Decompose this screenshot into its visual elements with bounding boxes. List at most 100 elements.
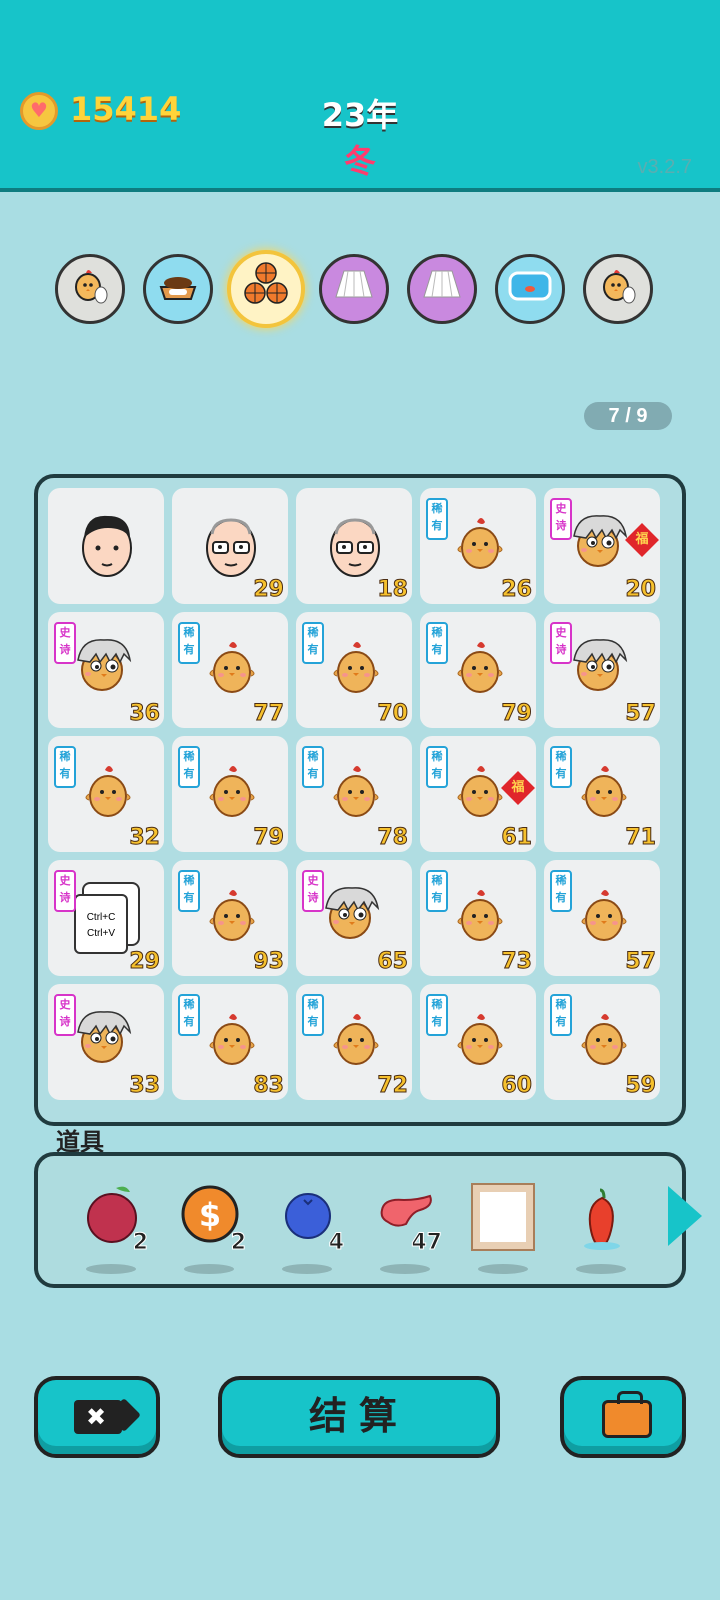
chili-pepper-icon — [572, 1184, 632, 1250]
round-slot-1[interactable] — [55, 254, 125, 324]
version-label: v3.2.7 — [637, 156, 692, 178]
year-label: 23年 — [321, 96, 399, 134]
settle-button[interactable]: 结算 — [218, 1376, 500, 1458]
round-progress-row — [55, 250, 665, 328]
briefcase-icon — [602, 1391, 652, 1438]
chick-icon — [329, 764, 383, 820]
frame-icon — [470, 1182, 535, 1251]
cell-value: 57 — [625, 701, 657, 727]
rare-badge: 稀有 — [550, 994, 572, 1036]
round-slot-5[interactable] — [407, 254, 477, 324]
cell-value: 70 — [377, 701, 409, 727]
grid-cell[interactable]: 稀有 60 — [420, 984, 536, 1100]
grid-cell[interactable]: 稀有 78 — [296, 736, 412, 852]
grid-cell[interactable]: 稀有 79 — [172, 736, 288, 852]
epic-badge: 史诗 — [54, 622, 76, 664]
tool-item[interactable]: 4 — [268, 1184, 348, 1274]
grid-cell[interactable]: 稀有 79 — [420, 612, 536, 728]
tool-count: 4 — [328, 1230, 344, 1256]
grid-cell[interactable]: 史诗 36 — [48, 612, 164, 728]
tool-item[interactable]: 47 — [366, 1184, 446, 1274]
grid-cell[interactable]: 史诗福 20 — [544, 488, 660, 604]
rare-badge: 稀有 — [178, 746, 200, 788]
skirt-icon — [332, 265, 376, 314]
fortune-label: 福 — [635, 532, 649, 547]
old-man-icon — [324, 508, 386, 580]
cell-value: 18 — [377, 577, 409, 603]
grid-cell[interactable]: 稀有 32 — [48, 736, 164, 852]
chick-icon — [453, 1012, 507, 1068]
cell-value: 26 — [501, 577, 533, 603]
grid-cell[interactable]: 稀有 71 — [544, 736, 660, 852]
grid-cell[interactable]: 稀有 77 — [172, 612, 288, 728]
grid-cell[interactable]: 稀有 93 — [172, 860, 288, 976]
cancel-button[interactable]: ✖ — [34, 1376, 160, 1458]
tool-item[interactable] — [464, 1182, 544, 1274]
grid-cell[interactable]: 史诗 33 — [48, 984, 164, 1100]
grid-cell[interactable]: 史诗 65 — [296, 860, 412, 976]
grid-cell[interactable]: Ctrl+C Ctrl+V 史诗 29 — [48, 860, 164, 976]
tool-count: 2 — [132, 1230, 148, 1256]
chick-icon — [453, 888, 507, 944]
cell-value: 65 — [377, 949, 409, 975]
chick-icon — [205, 640, 259, 696]
bag-button[interactable] — [560, 1376, 686, 1458]
cell-value: 29 — [253, 577, 285, 603]
rare-badge: 稀有 — [178, 994, 200, 1036]
grid-cell[interactable]: 稀有 72 — [296, 984, 412, 1100]
cell-value: 59 — [625, 1073, 657, 1099]
grid-cell[interactable]: 史诗 57 — [544, 612, 660, 728]
tool-item[interactable]: $2 — [170, 1184, 250, 1274]
chick-icon — [205, 1012, 259, 1068]
grid-cell[interactable]: 18 — [296, 488, 412, 604]
next-tools-arrow-icon[interactable] — [668, 1186, 702, 1246]
grid-cell[interactable]: 稀有 57 — [544, 860, 660, 976]
grid-cell[interactable]: 29 — [172, 488, 288, 604]
cell-value: 71 — [625, 825, 657, 851]
chick-egg-icon — [70, 265, 110, 314]
round-slot-2[interactable] — [143, 254, 213, 324]
season-label: 冬 — [343, 142, 376, 180]
chick-icon — [453, 640, 507, 696]
fortune-badge: 福 — [501, 771, 535, 805]
grid-cell[interactable]: 稀有福 61 — [420, 736, 536, 852]
round-slot-4[interactable] — [319, 254, 389, 324]
top-bar: 15414 23年 冬 v3.2.7 — [0, 0, 720, 192]
grid-cell[interactable] — [48, 488, 164, 604]
tool-shadow — [576, 1264, 626, 1274]
rare-badge: 稀有 — [178, 622, 200, 664]
rare-badge: 稀有 — [426, 622, 448, 664]
grid-cell[interactable]: 稀有 70 — [296, 612, 412, 728]
fortune-badge: 福 — [625, 523, 659, 557]
chick-with-hair-icon — [72, 1006, 132, 1063]
grid-cell[interactable]: 稀有 59 — [544, 984, 660, 1100]
grid-cell[interactable]: 稀有 73 — [420, 860, 536, 976]
cell-value: 60 — [501, 1073, 533, 1099]
basketballs-icon — [240, 259, 292, 320]
round-slot-6[interactable] — [495, 254, 565, 324]
chick-with-hair-icon — [72, 634, 132, 691]
chick-icon — [205, 888, 259, 944]
rare-badge: 稀有 — [426, 498, 448, 540]
grid-cell[interactable]: 稀有 26 — [420, 488, 536, 604]
chick-with-hair-icon — [568, 634, 628, 691]
chick-icon — [453, 764, 507, 820]
round-slot-7[interactable] — [583, 254, 653, 324]
tool-count: 47 — [411, 1230, 443, 1256]
round-slot-3[interactable] — [227, 250, 305, 328]
cell-value: 33 — [129, 1073, 161, 1099]
tool-item[interactable] — [562, 1184, 642, 1274]
chick-with-hair-icon — [568, 510, 628, 567]
tool-shadow — [478, 1264, 528, 1274]
chick-icon — [205, 764, 259, 820]
rare-badge: 稀有 — [54, 746, 76, 788]
young-man-icon — [76, 508, 138, 580]
grid-cell[interactable]: 稀有 83 — [172, 984, 288, 1100]
fish-tank-icon — [506, 265, 554, 314]
tool-item[interactable]: 2 — [72, 1184, 152, 1274]
settle-label: 结算 — [308, 1394, 409, 1438]
dog-bowl-icon — [155, 265, 201, 314]
epic-badge: 史诗 — [550, 498, 572, 540]
fortune-label: 福 — [511, 780, 525, 795]
rare-badge: 稀有 — [426, 994, 448, 1036]
